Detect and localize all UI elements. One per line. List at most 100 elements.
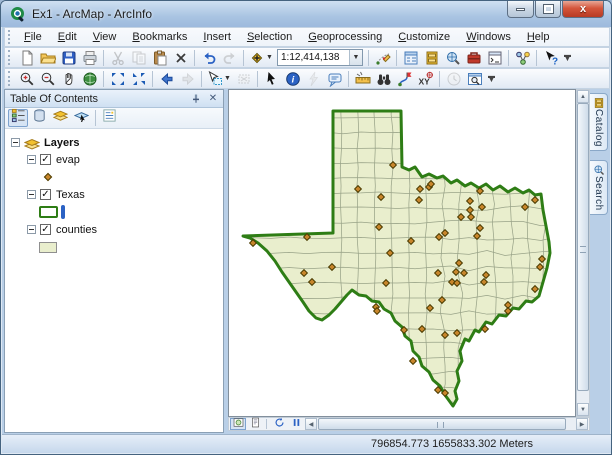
list-by-selection-button[interactable] xyxy=(71,109,91,127)
select-features-button[interactable]: ▼ xyxy=(205,69,233,88)
layers-group-label[interactable]: Layers xyxy=(44,137,79,149)
collapse-Texas-icon[interactable] xyxy=(27,190,36,199)
catalog-window-button[interactable] xyxy=(421,48,442,67)
tools-overflow-button[interactable]: ▬▼ xyxy=(485,69,498,88)
menu-customize[interactable]: Customize xyxy=(390,28,458,47)
redo-button xyxy=(219,48,240,67)
data-view-button[interactable] xyxy=(230,418,246,430)
search-window-button[interactable] xyxy=(442,48,463,67)
maximize-button[interactable] xyxy=(535,1,561,18)
editor-toolbar-button[interactable] xyxy=(372,48,393,67)
go-to-xy-button[interactable]: XY xyxy=(415,69,436,88)
clock-icon xyxy=(446,71,462,87)
collapse-layers-icon[interactable] xyxy=(11,138,20,147)
open-button[interactable] xyxy=(37,48,58,67)
evap-visibility-checkbox[interactable]: ✓ xyxy=(40,154,51,165)
zoom-out-button[interactable] xyxy=(37,69,58,88)
horizontal-scroll-thumb[interactable] xyxy=(318,418,566,430)
side-tab-search[interactable]: Search xyxy=(590,160,608,215)
pan-button[interactable] xyxy=(58,69,79,88)
delete-button[interactable] xyxy=(170,48,191,67)
model-builder-button[interactable] xyxy=(512,48,533,67)
clear-sel-icon xyxy=(236,71,252,87)
texas-outline-symbol[interactable] xyxy=(39,206,58,218)
viewer-window-button[interactable] xyxy=(464,69,485,88)
go-back-extent-button[interactable] xyxy=(156,69,177,88)
add-data-button[interactable]: ▼ xyxy=(247,48,275,67)
paste-button[interactable] xyxy=(149,48,170,67)
html-popup-button[interactable] xyxy=(324,69,345,88)
arctoolbox-button[interactable] xyxy=(463,48,484,67)
collapse-counties-icon[interactable] xyxy=(27,225,36,234)
arctoolbox-icon xyxy=(466,50,482,66)
vertical-scroll-thumb[interactable] xyxy=(577,103,589,391)
paste-icon xyxy=(152,50,168,66)
standard-grip[interactable] xyxy=(8,50,13,65)
menu-windows[interactable]: Windows xyxy=(458,28,519,47)
menu-help[interactable]: Help xyxy=(519,28,558,47)
side-tab-catalog[interactable]: Catalog xyxy=(590,93,608,151)
find-button[interactable] xyxy=(373,69,394,88)
evap-point-symbol[interactable] xyxy=(44,173,52,181)
refresh-view-button[interactable] xyxy=(271,418,287,430)
list-by-source-button[interactable] xyxy=(29,109,49,127)
close-button[interactable]: x xyxy=(562,1,604,18)
dropdown-caret-icon[interactable]: ▼ xyxy=(266,54,273,61)
scroll-left-button[interactable]: ◀ xyxy=(305,418,317,430)
collapse-evap-icon[interactable] xyxy=(27,155,36,164)
fixed-zoom-in-button[interactable] xyxy=(107,69,128,88)
python-window-button[interactable] xyxy=(484,48,505,67)
menu-view[interactable]: View xyxy=(85,28,125,47)
layout-view-button[interactable] xyxy=(247,418,263,430)
whats-this-help-button[interactable]: ? xyxy=(540,48,561,67)
dropdown-caret-icon[interactable]: ▼ xyxy=(224,75,231,82)
tools-grip[interactable] xyxy=(8,71,13,86)
menu-bookmarks[interactable]: Bookmarks xyxy=(124,28,195,47)
map-canvas[interactable] xyxy=(228,89,576,417)
menu-file[interactable]: File xyxy=(16,28,50,47)
Texas-visibility-checkbox[interactable]: ✓ xyxy=(40,189,51,200)
pin-icon[interactable] xyxy=(189,92,203,106)
identify-button[interactable]: i xyxy=(282,69,303,88)
toc-close-icon[interactable]: ✕ xyxy=(206,92,220,106)
layer-label[interactable]: counties xyxy=(56,224,97,236)
list-by-visibility-button[interactable] xyxy=(50,109,70,127)
save-button[interactable] xyxy=(58,48,79,67)
save-icon xyxy=(61,50,77,66)
pause-drawing-button[interactable] xyxy=(288,418,304,430)
map-scale-combo[interactable]: 1:12,414,138▼ xyxy=(277,49,363,66)
measure-button[interactable] xyxy=(352,69,373,88)
scroll-right-button[interactable]: ▶ xyxy=(576,418,588,430)
minimize-button[interactable] xyxy=(507,1,534,18)
maximize-icon xyxy=(544,5,553,13)
select-elements-button[interactable] xyxy=(261,69,282,88)
layer-label[interactable]: evap xyxy=(56,154,80,166)
zoom-in-button[interactable] xyxy=(16,69,37,88)
menu-selection[interactable]: Selection xyxy=(239,28,300,47)
full-extent-button[interactable] xyxy=(79,69,100,88)
counties-fill-symbol[interactable] xyxy=(39,242,57,253)
undo-button[interactable] xyxy=(198,48,219,67)
map-vertical-scrollbar[interactable]: ▲ ▼ xyxy=(576,89,590,417)
fixed-zoom-out-button[interactable] xyxy=(128,69,149,88)
menu-insert[interactable]: Insert xyxy=(195,28,239,47)
go-forward-extent-button xyxy=(177,69,198,88)
table-of-contents-window-button[interactable] xyxy=(400,48,421,67)
new-document-button[interactable] xyxy=(16,48,37,67)
print-button[interactable] xyxy=(79,48,100,67)
toc-options-button[interactable] xyxy=(99,109,119,127)
route-flag-icon xyxy=(397,71,413,87)
menu-geoprocessing[interactable]: Geoprocessing xyxy=(300,28,390,47)
standard-toolbar: ▼1:12,414,138▼?▬▼ xyxy=(4,47,610,68)
counties-visibility-checkbox[interactable]: ✓ xyxy=(40,224,51,235)
map-horizontal-scrollbar[interactable]: ◀▶ xyxy=(305,418,588,430)
layers-group-icon xyxy=(24,136,40,150)
list-by-drawing-order-button[interactable] xyxy=(8,109,28,127)
combo-dropdown-icon[interactable]: ▼ xyxy=(349,50,362,65)
layer-label[interactable]: Texas xyxy=(56,189,85,201)
scroll-up-button[interactable]: ▲ xyxy=(577,90,589,103)
standard-overflow-button[interactable]: ▬▼ xyxy=(561,48,574,67)
menu-edit[interactable]: Edit xyxy=(50,28,85,47)
find-route-button[interactable] xyxy=(394,69,415,88)
scroll-down-button[interactable]: ▼ xyxy=(577,403,589,416)
